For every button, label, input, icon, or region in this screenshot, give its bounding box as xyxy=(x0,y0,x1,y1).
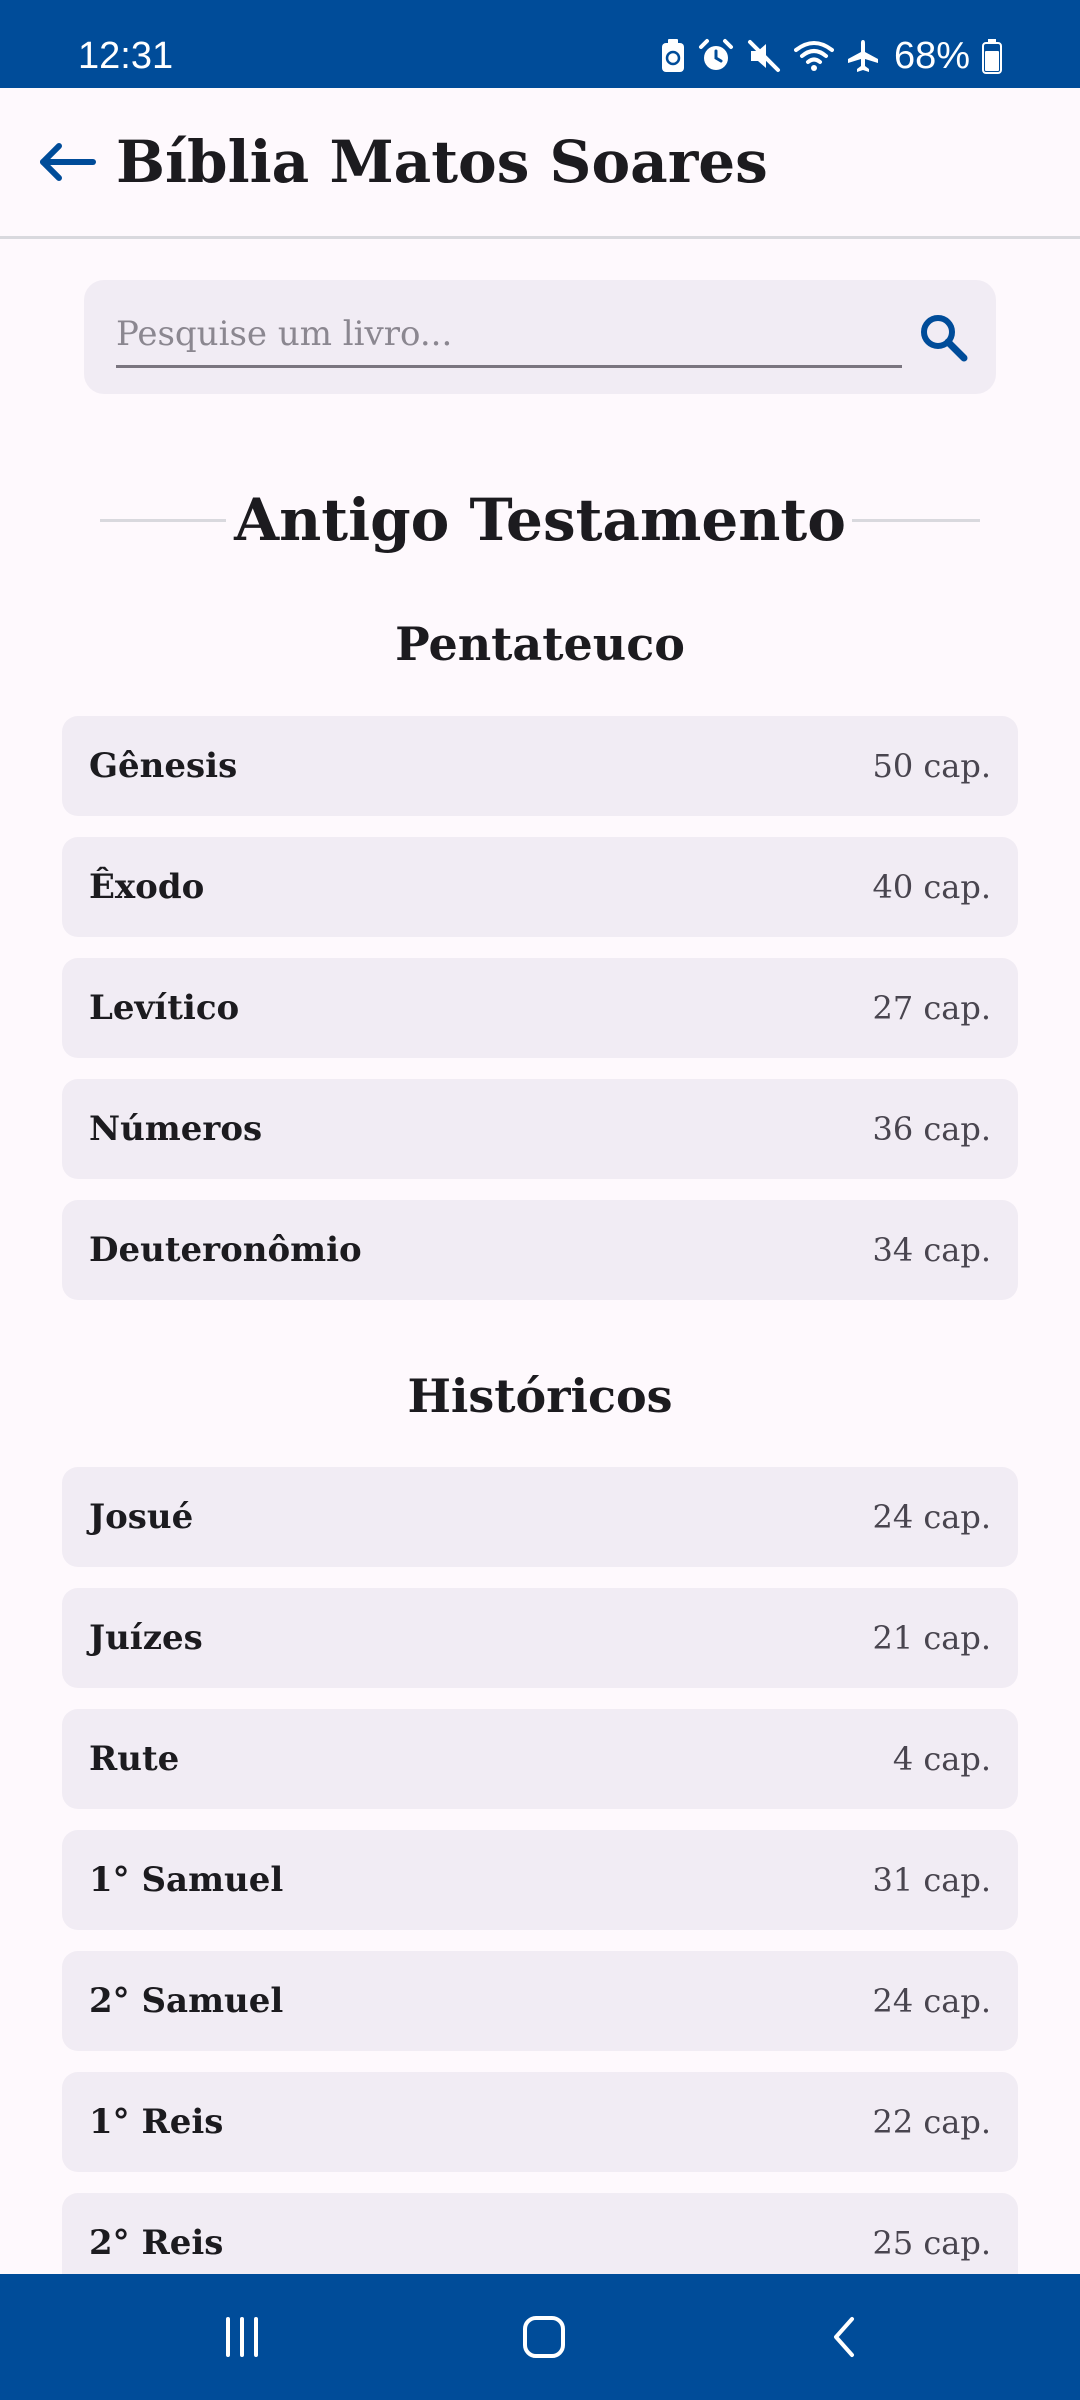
book-name: Juízes xyxy=(89,1618,203,1658)
book-row[interactable]: Êxodo 40 cap. xyxy=(62,837,1018,937)
search-icon[interactable] xyxy=(916,310,972,366)
recent-apps-icon xyxy=(226,2317,258,2357)
app-bar: Bíblia Matos Soares xyxy=(0,88,1080,239)
wifi-icon xyxy=(793,41,834,71)
status-time: 12:31 xyxy=(78,35,174,77)
book-chapters: 21 cap. xyxy=(872,1619,991,1657)
book-list-pentateuco: Gênesis 50 cap. Êxodo 40 cap. Levítico 2… xyxy=(62,716,1018,1321)
book-chapters: 27 cap. xyxy=(872,989,991,1027)
book-name: Gênesis xyxy=(89,746,238,786)
system-back-button[interactable] xyxy=(806,2302,886,2372)
recent-apps-button[interactable] xyxy=(202,2302,282,2372)
book-chapters: 40 cap. xyxy=(872,868,991,906)
book-chapters: 24 cap. xyxy=(872,1982,991,2020)
book-chapters: 24 cap. xyxy=(872,1498,991,1536)
book-name: Deuteronômio xyxy=(89,1230,362,1270)
page-title: Bíblia Matos Soares xyxy=(116,128,768,196)
book-row[interactable]: Josué 24 cap. xyxy=(62,1467,1018,1567)
book-chapters: 4 cap. xyxy=(892,1740,991,1778)
divider-right xyxy=(852,519,980,522)
book-chapters: 36 cap. xyxy=(872,1110,991,1148)
back-button[interactable] xyxy=(36,134,100,190)
battery-saver-icon xyxy=(661,39,684,72)
home-icon xyxy=(523,2316,565,2358)
status-icons: 68% xyxy=(660,34,1002,78)
book-chapters: 31 cap. xyxy=(872,1861,991,1899)
book-row[interactable]: Juízes 21 cap. xyxy=(62,1588,1018,1688)
navigation-bar xyxy=(0,2274,1080,2400)
book-name: Levítico xyxy=(89,988,240,1028)
book-name: 1° Samuel xyxy=(89,1860,284,1900)
book-name: 1° Reis xyxy=(89,2102,224,2142)
mute-icon xyxy=(747,40,780,72)
status-bar: 12:31 68% xyxy=(0,0,1080,88)
book-row[interactable]: 2° Samuel 24 cap. xyxy=(62,1951,1018,2051)
book-row[interactable]: Gênesis 50 cap. xyxy=(62,716,1018,816)
book-name: 2° Samuel xyxy=(89,1981,284,2021)
back-icon xyxy=(834,2317,854,2357)
book-name: Josué xyxy=(89,1497,194,1537)
book-row[interactable]: Levítico 27 cap. xyxy=(62,958,1018,1058)
book-row[interactable]: Deuteronômio 34 cap. xyxy=(62,1200,1018,1300)
book-row[interactable]: Rute 4 cap. xyxy=(62,1709,1018,1809)
group-title-historicos: Históricos xyxy=(407,1369,673,1423)
group-title-pentateuco: Pentateuco xyxy=(395,617,685,671)
battery-percent: 68% xyxy=(893,35,970,77)
book-chapters: 22 cap. xyxy=(872,2103,991,2141)
book-list-historicos: Josué 24 cap. Juízes 21 cap. Rute 4 cap.… xyxy=(62,1467,1018,2314)
search-input[interactable] xyxy=(116,302,902,368)
book-row[interactable]: 1° Reis 22 cap. xyxy=(62,2072,1018,2172)
home-button[interactable] xyxy=(504,2302,584,2372)
book-name: Números xyxy=(89,1109,263,1149)
book-name: Êxodo xyxy=(89,867,205,907)
search-box xyxy=(84,280,996,394)
battery-icon xyxy=(982,39,1002,74)
book-row[interactable]: 1° Samuel 31 cap. xyxy=(62,1830,1018,1930)
book-name: Rute xyxy=(89,1739,180,1779)
book-row[interactable]: Números 36 cap. xyxy=(62,1079,1018,1179)
testament-heading: Antigo Testamento xyxy=(0,480,1080,560)
alarm-icon xyxy=(698,39,733,70)
arrow-back-icon xyxy=(40,143,96,181)
airplane-icon xyxy=(847,40,878,72)
book-chapters: 34 cap. xyxy=(872,1231,991,1269)
book-chapters: 50 cap. xyxy=(872,747,991,785)
